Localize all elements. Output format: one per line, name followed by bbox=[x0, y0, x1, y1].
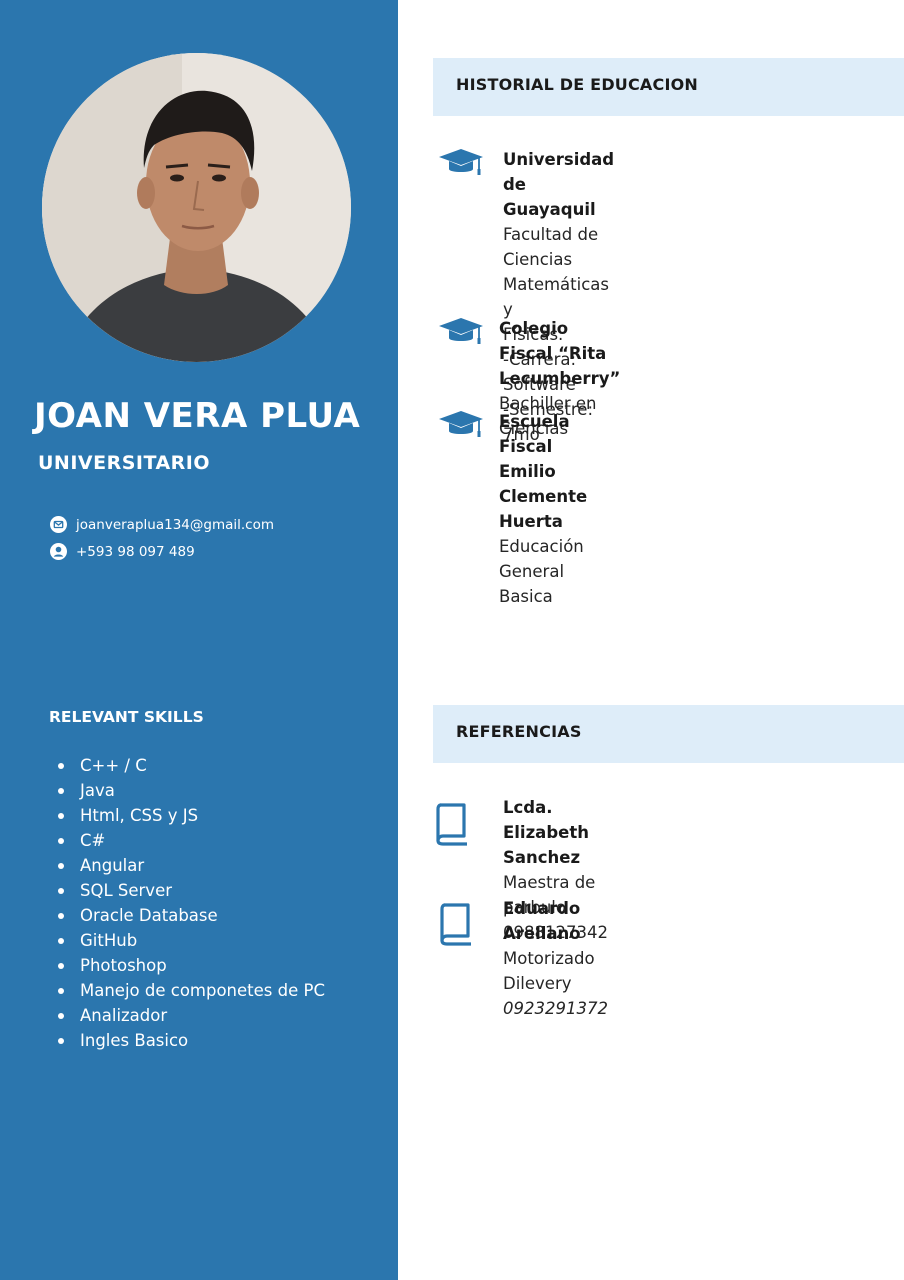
sidebar: JOAN VERA PLUA UNIVERSITARIO joanveraplu… bbox=[0, 0, 398, 1280]
education-school-cont: Huerta bbox=[499, 512, 563, 531]
skill-item: GitHub bbox=[58, 928, 325, 953]
skill-item: Angular bbox=[58, 853, 325, 878]
profile-role: UNIVERSITARIO bbox=[38, 452, 211, 474]
reference-name: Lcda. Elizabeth Sanchez bbox=[503, 798, 589, 867]
book-icon bbox=[440, 903, 471, 946]
skill-item: C# bbox=[58, 828, 325, 853]
portrait-image bbox=[42, 53, 351, 362]
profile-photo bbox=[42, 53, 351, 362]
education-header: HISTORIAL DE EDUCACION bbox=[433, 58, 904, 116]
skill-item: Analizador bbox=[58, 1003, 325, 1028]
profile-name: JOAN VERA PLUA bbox=[34, 396, 361, 436]
user-circle-icon bbox=[50, 543, 67, 560]
graduation-cap-icon bbox=[439, 411, 483, 437]
skill-item: SQL Server bbox=[58, 878, 325, 903]
references-header: REFERENCIAS bbox=[433, 705, 904, 763]
reference-entry-text: Eduardo Arellano Motorizado Dilevery 092… bbox=[503, 896, 608, 1021]
education-title: HISTORIAL DE EDUCACION bbox=[456, 75, 699, 94]
skill-item: Oracle Database bbox=[58, 903, 325, 928]
education-detail: Facultad de Ciencias Matemáticas y bbox=[503, 225, 609, 319]
education-school: Universidad de Guayaquil bbox=[503, 150, 615, 219]
education-entry-text: Escuela Fiscal Emilio Clemente Huerta Ed… bbox=[499, 409, 587, 609]
contact-phone[interactable]: +593 98 097 489 bbox=[76, 544, 195, 560]
mail-icon bbox=[50, 516, 67, 533]
reference-role: Motorizado Dilevery bbox=[503, 949, 595, 993]
skill-item: Java bbox=[58, 778, 325, 803]
skill-item: C++ / C bbox=[58, 753, 325, 778]
skill-item: Photoshop bbox=[58, 953, 325, 978]
book-icon bbox=[436, 803, 467, 846]
education-school: Colegio Fiscal “Rita Lecumberry” bbox=[499, 319, 621, 388]
skills-title: RELEVANT SKILLS bbox=[49, 708, 204, 726]
graduation-cap-icon bbox=[439, 149, 483, 175]
reference-name: Eduardo Arellano bbox=[503, 899, 581, 943]
skill-item: Manejo de componetes de PC bbox=[58, 978, 325, 1003]
skill-item: Html, CSS y JS bbox=[58, 803, 325, 828]
education-detail: Educación General Basica bbox=[499, 537, 584, 606]
contact-email[interactable]: joanveraplua134@gmail.com bbox=[76, 517, 274, 533]
skills-list: C++ / C Java Html, CSS y JS C# Angular S… bbox=[58, 753, 325, 1053]
contact-email-row: joanveraplua134@gmail.com bbox=[50, 516, 274, 533]
contact-phone-row: +593 98 097 489 bbox=[50, 543, 195, 560]
graduation-cap-icon bbox=[439, 318, 483, 344]
skill-item: Ingles Basico bbox=[58, 1028, 325, 1053]
reference-phone[interactable]: 0923291372 bbox=[503, 996, 608, 1021]
education-school: Escuela Fiscal Emilio Clemente bbox=[499, 412, 588, 506]
references-title: REFERENCIAS bbox=[456, 722, 582, 741]
